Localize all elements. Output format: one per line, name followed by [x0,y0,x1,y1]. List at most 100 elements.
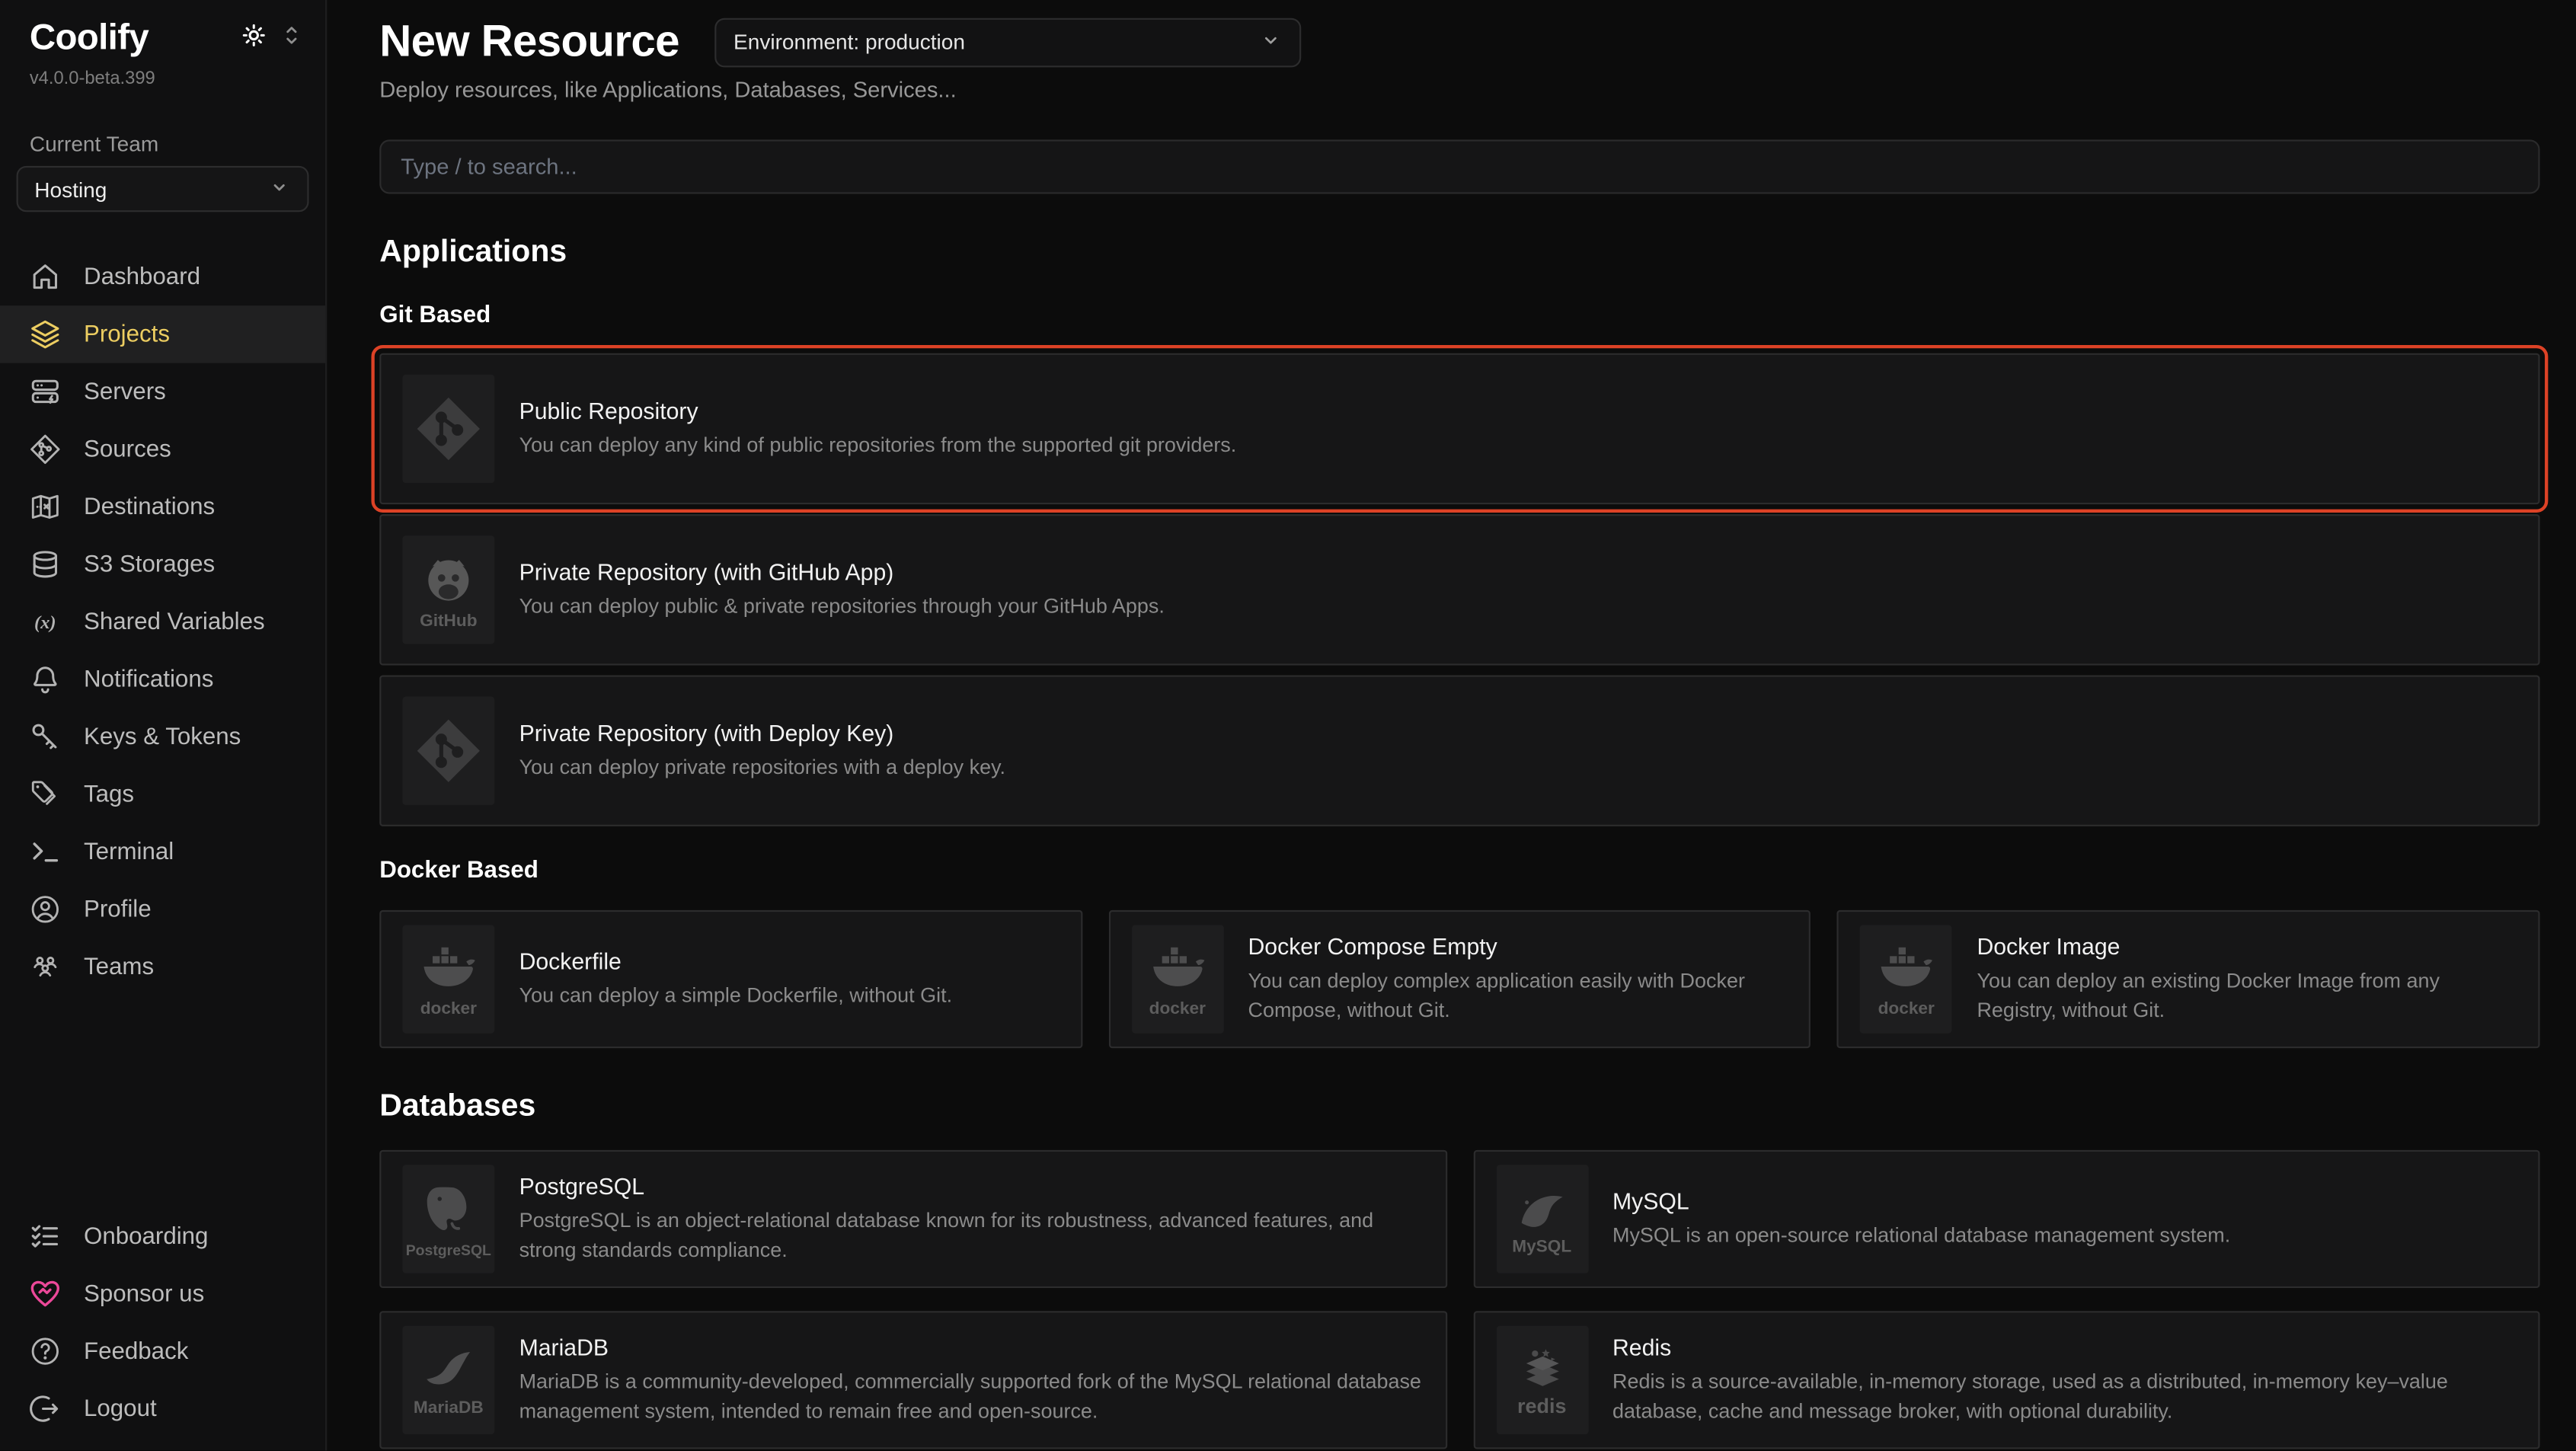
card-description: You can deploy a simple Dockerfile, with… [519,981,952,1011]
card-title: Docker Compose Empty [1248,933,1788,960]
sidebar-item-notifications[interactable]: Notifications [0,650,325,708]
sidebar-item-label: Dashboard [84,264,200,290]
card-title: Private Repository (with Deploy Key) [519,720,1005,746]
card-mysql[interactable]: MySQL MySQL MySQL is an open-source rela… [1473,1150,2540,1288]
sidebar-item-destinations[interactable]: Destinations [0,478,325,535]
page-title: New Resource [379,17,679,68]
sidebar-item-tags[interactable]: Tags [0,765,325,823]
card-description: MySQL is an open-source relational datab… [1612,1220,2230,1250]
git-logo [402,375,494,483]
sidebar-item-feedback[interactable]: Feedback [0,1322,325,1379]
app-version: v4.0.0-beta.399 [0,59,325,89]
search-input[interactable] [379,139,2539,193]
sidebar-item-servers[interactable]: Servers [0,363,325,420]
sidebar-item-shared-variables[interactable]: (x) Shared Variables [0,593,325,650]
team-select[interactable]: Hosting [17,166,309,212]
redis-wordmark: redis [1517,1398,1566,1415]
card-docker-image[interactable]: docker Docker Image You can deploy an ex… [1837,910,2539,1048]
docker-logo: docker [1131,925,1223,1033]
sidebar-header: Coolify [0,17,325,59]
theme-toggle-button[interactable] [240,21,268,54]
home-icon [28,260,62,294]
mysql-logo: MySQL [1496,1165,1588,1273]
card-title: Private Repository (with GitHub App) [519,558,1165,585]
map-icon [28,490,62,524]
card-description: Redis is a source-available, in-memory s… [1612,1366,2517,1426]
card-description: MariaDB is a community-developed, commer… [519,1366,1424,1426]
help-circle-icon [28,1334,62,1368]
card-title: Dockerfile [519,948,952,974]
app-logo: Coolify [30,17,149,59]
sidebar-item-keys-tokens[interactable]: Keys & Tokens [0,708,325,765]
docker-logo: docker [402,925,494,1033]
card-public-repository[interactable]: Public Repository You can deploy any kin… [379,353,2539,504]
sidebar-item-sponsor-us[interactable]: Sponsor us [0,1265,325,1322]
page-subtitle: Deploy resources, like Applications, Dat… [379,77,2539,101]
card-private-repository-github-app[interactable]: GitHub Private Repository (with GitHub A… [379,514,2539,665]
bell-icon [28,662,62,696]
card-description: You can deploy public & private reposito… [519,591,1165,621]
git-based-cards: Public Repository You can deploy any kin… [379,353,2539,826]
card-title: Public Repository [519,398,1237,424]
card-description: You can deploy private repositories with… [519,753,1005,782]
sidebar-collapse-button[interactable] [281,23,302,53]
card-title: PostgreSQL [519,1173,1424,1200]
environment-select-value: Environment: production [733,30,965,54]
docker-wordmark: docker [420,1001,477,1018]
sidebar-item-logout[interactable]: Logout [0,1380,325,1437]
svg-text:(x): (x) [34,612,56,633]
sidebar-item-label: Teams [84,954,154,980]
sun-icon [240,21,268,54]
sidebar-item-sources[interactable]: Sources [0,420,325,478]
card-title: MySQL [1612,1187,2230,1214]
card-description: PostgreSQL is an object-relational datab… [519,1206,1424,1265]
card-postgresql[interactable]: PostgreSQL PostgreSQL PostgreSQL is an o… [379,1150,1446,1288]
card-mariadb[interactable]: MariaDB MariaDB MariaDB is a community-d… [379,1311,1446,1449]
sidebar-item-label: Tags [84,781,134,808]
postgresql-logo: PostgreSQL [402,1165,494,1273]
layers-icon [28,317,62,351]
card-description: You can deploy complex application easil… [1248,966,1788,1025]
environment-select[interactable]: Environment: production [715,18,1302,67]
variables-icon: (x) [28,605,62,639]
sidebar-item-label: Destinations [84,494,215,520]
card-description: You can deploy an existing Docker Image … [1977,966,2517,1025]
git-logo [402,697,494,805]
sidebar-item-label: Feedback [84,1338,188,1365]
sidebar-item-s3-storages[interactable]: S3 Storages [0,535,325,593]
card-docker-compose-empty[interactable]: docker Docker Compose Empty You can depl… [1108,910,1811,1048]
database-cards: PostgreSQL PostgreSQL PostgreSQL is an o… [379,1150,2539,1451]
sidebar-item-label: Profile [84,896,152,923]
git-based-heading: Git Based [379,302,2539,329]
sidebar-item-dashboard[interactable]: Dashboard [0,248,325,305]
card-dockerfile[interactable]: docker Dockerfile You can deploy a simpl… [379,910,1082,1048]
sidebar-item-label: Shared Variables [84,609,265,635]
sidebar-item-profile[interactable]: Profile [0,881,325,938]
sidebar-item-label: Sponsor us [84,1280,204,1307]
sidebar-item-projects[interactable]: Projects [0,305,325,363]
coolify-app: Coolify [0,0,2576,1451]
heart-icon [28,1277,62,1311]
docker-based-heading: Docker Based [379,858,2539,884]
mariadb-logo: MariaDB [402,1326,494,1434]
checklist-icon [28,1219,62,1253]
applications-heading: Applications [379,235,2539,270]
users-icon [28,950,62,984]
github-wordmark: GitHub [420,613,477,630]
redis-logo: redis [1496,1326,1588,1434]
sidebar-item-onboarding[interactable]: Onboarding [0,1207,325,1264]
sidebar-item-terminal[interactable]: Terminal [0,823,325,881]
sidebar-item-label: Terminal [84,839,174,865]
github-logo: GitHub [402,535,494,644]
chevron-down-icon [1259,27,1283,57]
card-private-repository-deploy-key[interactable]: Private Repository (with Deploy Key) You… [379,675,2539,826]
sidebar: Coolify [0,0,327,1451]
sidebar-item-label: S3 Storages [84,551,215,578]
sidebar-nav: Dashboard Projects Serve [0,248,325,996]
sidebar-item-teams[interactable]: Teams [0,938,325,996]
tag-icon [28,777,62,811]
card-title: Redis [1612,1334,2517,1360]
card-redis[interactable]: redis Redis Redis is a source-available,… [1473,1311,2540,1449]
postgresql-wordmark: PostgreSQL [406,1242,491,1259]
sidebar-footer: Onboarding Sponsor us [0,1207,325,1437]
